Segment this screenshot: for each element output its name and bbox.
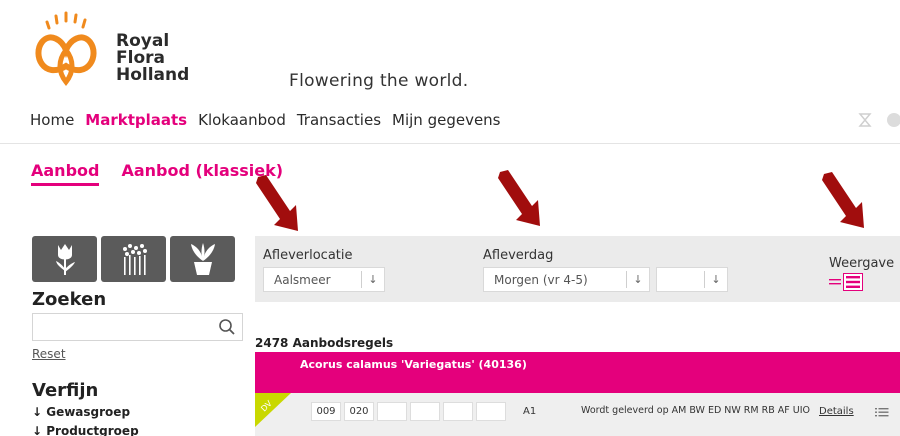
settings-icon[interactable] [882, 111, 900, 129]
delivery-info: Wordt geleverd op AM BW ED NW RM RB AF U… [581, 405, 810, 416]
view-label: Weergave [829, 256, 895, 271]
chevron-down-icon: ↓ [633, 273, 643, 286]
nav-klokaanbod[interactable]: Klokaanbod [198, 111, 286, 129]
annotation-arrow-day [498, 170, 540, 226]
search-input[interactable] [33, 314, 213, 340]
row-cell: 020 [344, 402, 374, 421]
nav-marktplaats[interactable]: Marktplaats [85, 111, 187, 129]
nav-mijn-gegevens[interactable]: Mijn gegevens [392, 111, 500, 129]
day-label: Afleverdag [483, 248, 554, 263]
row-cell [476, 402, 506, 421]
top-icons [856, 111, 900, 129]
cut-flowers-button[interactable] [32, 236, 97, 282]
main-nav: Home Marktplaats Klokaanbod Transacties … [30, 111, 512, 129]
filter-bar: Afleverlocatie Aalsmeer ↓ Afleverdag Mor… [255, 236, 900, 302]
product-header[interactable]: Acorus calamus 'Variegatus' (40136) [255, 352, 900, 393]
potted-plant-icon [190, 243, 215, 275]
location-value: Aalsmeer [274, 272, 331, 287]
tab-aanbod[interactable]: Aanbod [31, 161, 100, 186]
tagline: Flowering the world. [289, 71, 469, 91]
day-extra-select[interactable]: ↓ [656, 267, 728, 292]
potted-plants-button[interactable] [170, 236, 235, 282]
tulip-icon [55, 244, 75, 275]
offer-row[interactable]: DV 009 020 A1 Wordt geleverd op AM BW ED… [255, 393, 900, 436]
row-code: A1 [523, 406, 537, 417]
royal-flora-holland-logo [35, 11, 97, 87]
brand-name: Royal Flora Holland [116, 33, 189, 84]
search-icon[interactable] [218, 318, 236, 336]
location-label: Afleverlocatie [263, 248, 353, 263]
row-cell [410, 402, 440, 421]
list-icon[interactable] [875, 407, 889, 417]
nav-transacties[interactable]: Transacties [297, 111, 381, 129]
header-divider [0, 143, 900, 144]
day-select[interactable]: Morgen (vr 4-5) ↓ [483, 267, 650, 292]
user-icon[interactable] [856, 111, 874, 129]
view-toggle [829, 273, 863, 291]
annotation-arrow-view [822, 172, 864, 228]
refine-gewasgroep[interactable]: ↓ Gewasgroep [32, 405, 130, 419]
bulk-flowers-button[interactable] [101, 236, 166, 282]
results-count: 2478 Aanbodsregels [255, 336, 394, 350]
dv-badge: DV [255, 393, 291, 427]
annotation-arrow-location [256, 175, 298, 231]
list-view-icon[interactable] [843, 273, 863, 291]
product-name: Acorus calamus 'Variegatus' (40136) [300, 358, 527, 371]
category-buttons [32, 236, 235, 282]
reset-link[interactable]: Reset [32, 347, 66, 361]
search-title: Zoeken [32, 289, 107, 310]
compact-list-view-icon[interactable] [829, 277, 841, 287]
location-select[interactable]: Aalsmeer ↓ [263, 267, 385, 292]
row-cell [377, 402, 407, 421]
brand-line-3: Holland [116, 65, 190, 85]
refine-title: Verfijn [32, 380, 99, 401]
nav-home[interactable]: Home [30, 111, 74, 129]
row-cell: 009 [311, 402, 341, 421]
chevron-down-icon: ↓ [711, 273, 721, 286]
search-box [32, 313, 243, 341]
flower-bunch-icon [122, 244, 147, 275]
row-cell [443, 402, 473, 421]
day-value: Morgen (vr 4-5) [494, 272, 588, 287]
chevron-down-icon: ↓ [368, 273, 378, 286]
details-link[interactable]: Details [819, 406, 854, 417]
refine-productgroep[interactable]: ↓ Productgroep [32, 424, 139, 436]
